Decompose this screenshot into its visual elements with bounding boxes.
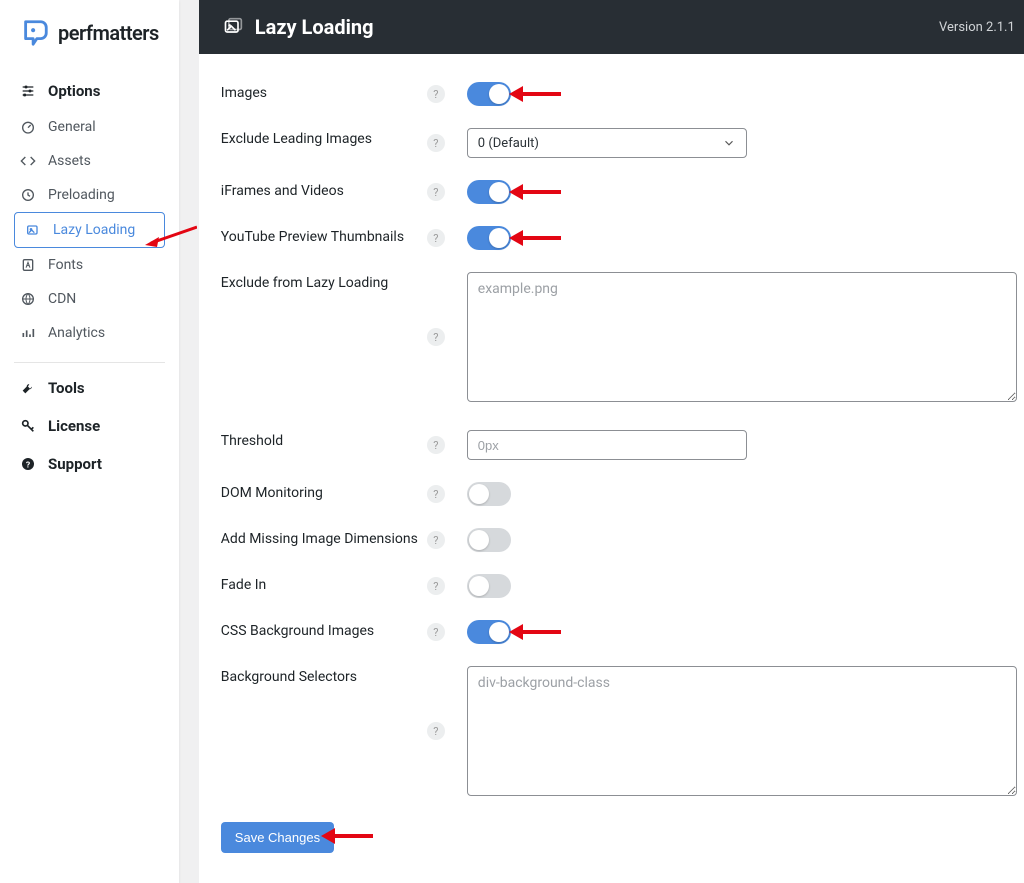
sidebar-item-fonts[interactable]: Fonts [0,248,179,282]
page-title: Lazy Loading [255,15,374,39]
sidebar-item-label: General [48,119,96,135]
toggle-fade-in[interactable] [467,574,511,598]
sidebar-item-label: Analytics [48,325,105,341]
toggle-dom-monitoring[interactable] [467,482,511,506]
help-icon[interactable]: ? [427,85,445,103]
label-bg-selectors: Background Selectors [221,666,427,685]
sidebar: perfmatters Options General Assets Prelo… [0,0,179,883]
sidebar-item-label: Tools [48,379,85,397]
annotation-arrow [509,180,561,204]
textarea-exclude-lazy[interactable] [467,272,1017,402]
sidebar-item-label: Preloading [48,187,115,203]
toggle-youtube-thumbnails[interactable] [467,226,511,250]
help-icon[interactable]: ? [427,577,445,595]
label-dom-monitoring: DOM Monitoring [221,482,427,501]
annotation-arrow [509,226,561,250]
label-exclude-leading: Exclude Leading Images [221,128,427,147]
textarea-bg-selectors[interactable] [467,666,1017,796]
help-icon[interactable]: ? [427,485,445,503]
help-icon[interactable]: ? [427,183,445,201]
help-icon[interactable]: ? [427,531,445,549]
help-icon[interactable]: ? [427,229,445,247]
toggle-images[interactable] [467,82,511,106]
sidebar-item-label: Support [48,455,102,473]
help-icon[interactable]: ? [427,328,445,346]
annotation-arrow [145,223,197,247]
brand-name: perfmatters [58,21,159,45]
toggle-iframes[interactable] [467,180,511,204]
sidebar-item-lazy-loading[interactable]: Lazy Loading [14,212,165,248]
sidebar-item-support[interactable]: ? Support [0,445,179,483]
label-css-bg: CSS Background Images [221,620,427,639]
help-icon[interactable]: ? [427,436,445,454]
sliders-icon [20,83,36,99]
sidebar-item-label: Lazy Loading [53,222,135,238]
bar-chart-icon [20,325,36,341]
sidebar-item-label: Assets [48,153,91,169]
font-icon [20,257,36,273]
label-exclude-lazy: Exclude from Lazy Loading [221,272,427,291]
chevron-down-icon [722,136,736,150]
annotation-arrow [509,82,561,106]
sidebar-section-options[interactable]: Options [0,72,179,110]
images-icon [223,17,243,37]
sidebar-item-tools[interactable]: Tools [0,369,179,407]
sidebar-item-assets[interactable]: Assets [0,144,179,178]
label-add-dimensions: Add Missing Image Dimensions [221,528,427,547]
sidebar-item-preloading[interactable]: Preloading [0,178,179,212]
code-icon [20,153,36,169]
label-fade-in: Fade In [221,574,427,593]
sidebar-item-analytics[interactable]: Analytics [0,316,179,350]
version-label: Version 2.1.1 [939,20,1015,35]
brand-logo: perfmatters [0,0,179,66]
select-exclude-leading[interactable]: 0 (Default) [467,128,747,158]
label-iframes: iFrames and Videos [221,180,427,199]
sidebar-section-label: Options [48,82,100,100]
key-icon [20,418,36,434]
label-threshold: Threshold [221,430,427,449]
annotation-arrow [509,620,561,644]
divider [14,362,165,363]
main-panel: Lazy Loading Version 2.1.1 Images ? Excl… [199,0,1024,883]
page-header: Lazy Loading Version 2.1.1 [199,0,1024,54]
wrench-icon [20,380,36,396]
settings-form: Images ? Exclude Leading Images ? 0 (Def… [199,54,1024,883]
clock-icon [20,187,36,203]
sidebar-item-label: CDN [48,291,76,307]
toggle-add-dimensions[interactable] [467,528,511,552]
save-button[interactable]: Save Changes [221,822,334,853]
help-icon[interactable]: ? [427,134,445,152]
help-icon[interactable]: ? [427,623,445,641]
help-icon[interactable]: ? [427,722,445,740]
help-icon: ? [20,456,36,472]
perfmatters-logo-icon [20,18,50,48]
sidebar-item-cdn[interactable]: CDN [0,282,179,316]
label-youtube-thumbnails: YouTube Preview Thumbnails [221,226,427,245]
gauge-icon [20,119,36,135]
input-threshold[interactable] [467,430,747,460]
label-images: Images [221,82,427,101]
sidebar-item-license[interactable]: License [0,407,179,445]
sidebar-item-label: License [48,417,100,435]
sidebar-item-label: Fonts [48,257,83,273]
globe-icon [20,291,36,307]
svg-text:?: ? [26,460,30,470]
images-icon [25,222,41,238]
select-value: 0 (Default) [478,136,539,151]
sidebar-item-general[interactable]: General [0,110,179,144]
toggle-css-bg[interactable] [467,620,511,644]
